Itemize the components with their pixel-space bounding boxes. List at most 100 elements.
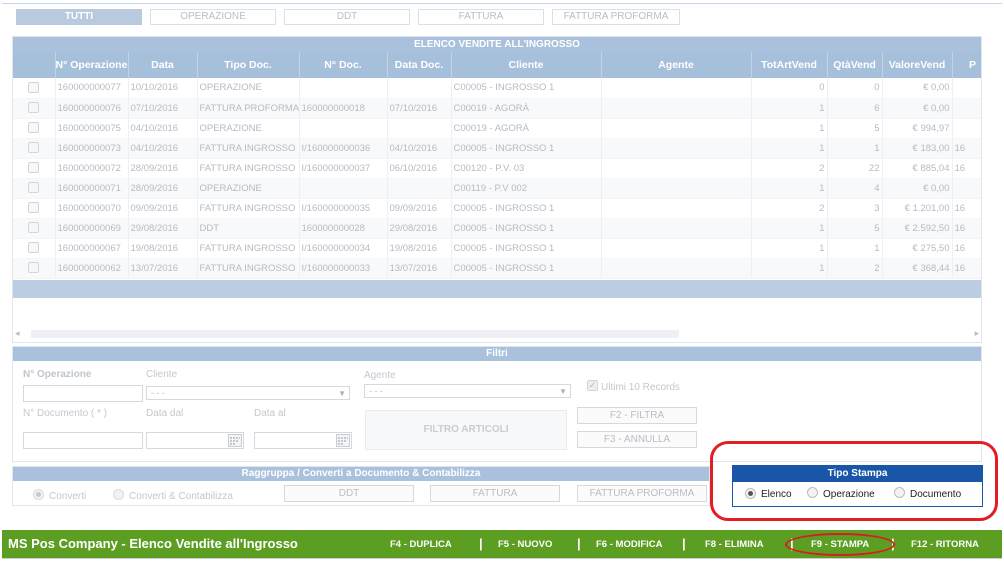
- table-cell: I/160000000033: [299, 258, 388, 279]
- agente-select[interactable]: - - - ▼: [364, 384, 571, 398]
- table-cell: 6: [827, 98, 883, 119]
- table-cell: 16: [952, 238, 981, 259]
- row-checkbox[interactable]: [13, 78, 56, 99]
- row-checkbox[interactable]: [13, 98, 56, 119]
- modifica-button[interactable]: F6 - MODIFICA: [596, 539, 663, 550]
- radio-converti-contabilizza-label: Converti & Contabilizza: [129, 491, 233, 502]
- tab-ddt[interactable]: DDT: [284, 9, 410, 25]
- nuovo-button[interactable]: F5 - NUOVO: [498, 539, 552, 550]
- table-cell: 16: [952, 218, 981, 239]
- horizontal-scrollbar[interactable]: ◂ ▸: [13, 326, 981, 342]
- table-cell: 09/09/2016: [387, 198, 452, 219]
- col-agente[interactable]: Agente: [601, 52, 752, 78]
- table-cell: [601, 258, 752, 279]
- col-p[interactable]: P: [952, 52, 981, 78]
- table-row[interactable]: 160000000072 28/09/2016 FATTURA INGROSSO I/…: [13, 158, 981, 179]
- scroll-right-icon[interactable]: ▸: [974, 328, 979, 339]
- scroll-left-icon[interactable]: ◂: [15, 328, 20, 339]
- row-checkbox[interactable]: [13, 158, 56, 179]
- table-row[interactable]: 160000000076 07/10/2016 FATTURA PROFORMA 16…: [13, 98, 981, 119]
- tab-fattura-proforma[interactable]: FATTURA PROFORMA: [552, 9, 680, 25]
- table-cell: 1: [751, 238, 828, 259]
- table-row[interactable]: 160000000073 04/10/2016 FATTURA INGROSSO I/…: [13, 138, 981, 159]
- table-cell: 29/08/2016: [128, 218, 198, 239]
- col-data[interactable]: Data: [128, 52, 198, 78]
- col-select[interactable]: [13, 52, 56, 78]
- col-totartvend[interactable]: TotArtVend: [751, 52, 828, 78]
- annulla-button[interactable]: F3 - ANNULLA: [577, 431, 697, 448]
- table-cell: 1: [751, 118, 828, 139]
- table-cell: 13/07/2016: [387, 258, 452, 279]
- table-row[interactable]: 160000000077 10/10/2016 OPERAZIONE C00005 -…: [13, 78, 981, 99]
- ultimi-checkbox[interactable]: ✓: [587, 380, 598, 391]
- grid-title: ELENCO VENDITE ALL'INGROSSO: [13, 37, 981, 52]
- separator: |: [479, 536, 483, 551]
- table-cell: 28/09/2016: [128, 178, 198, 199]
- table-cell: [601, 138, 752, 159]
- calendar-icon[interactable]: [228, 434, 242, 447]
- chevron-down-icon: ▼: [338, 389, 346, 398]
- cliente-select[interactable]: - - - ▼: [146, 386, 350, 400]
- table-cell: [952, 178, 981, 199]
- table-cell: 06/10/2016: [387, 158, 452, 179]
- row-checkbox[interactable]: [13, 238, 56, 259]
- data-al-input[interactable]: [254, 432, 352, 449]
- fattura-button[interactable]: FATTURA: [430, 485, 560, 502]
- col-tipo-doc[interactable]: Tipo Doc.: [197, 52, 300, 78]
- radio-converti-contabilizza[interactable]: [113, 489, 124, 500]
- data-dal-input[interactable]: [146, 432, 244, 449]
- col-cliente[interactable]: Cliente: [451, 52, 602, 78]
- table-row[interactable]: 160000000075 04/10/2016 OPERAZIONE C00019 -…: [13, 118, 981, 139]
- tab-tutti[interactable]: TUTTI: [16, 9, 142, 25]
- row-checkbox[interactable]: [13, 218, 56, 239]
- table-cell: C00120 - P.V. 03: [451, 158, 602, 179]
- radio-converti[interactable]: [33, 489, 44, 500]
- tab-operazione[interactable]: OPERAZIONE: [150, 9, 276, 25]
- tab-fattura[interactable]: FATTURA: [418, 9, 544, 25]
- filtro-articoli-button[interactable]: FILTRO ARTICOLI: [365, 410, 567, 450]
- grid-body: 160000000077 10/10/2016 OPERAZIONE C00005 -…: [13, 78, 981, 279]
- table-cell: I/160000000034: [299, 238, 388, 259]
- row-checkbox[interactable]: [13, 118, 56, 139]
- app-title: MS Pos Company - Elenco Vendite all'Ingr…: [8, 536, 298, 551]
- n-documento-input[interactable]: [23, 432, 143, 449]
- ritorna-button[interactable]: F12 - RITORNA: [911, 539, 979, 550]
- row-checkbox[interactable]: [13, 258, 56, 279]
- row-checkbox[interactable]: [13, 178, 56, 199]
- radio-indicator: [113, 489, 124, 500]
- table-row[interactable]: 160000000067 19/08/2016 FATTURA INGROSSO I/…: [13, 238, 981, 259]
- stampa-highlight-annotation: [785, 533, 895, 556]
- table-cell: FATTURA INGROSSO: [197, 158, 300, 179]
- checkbox-icon: [28, 82, 40, 94]
- table-row[interactable]: 160000000071 28/09/2016 OPERAZIONE C00119 -…: [13, 178, 981, 199]
- n-operazione-input[interactable]: [23, 385, 143, 402]
- filtra-button[interactable]: F2 - FILTRA: [577, 407, 697, 424]
- col-n-operazione[interactable]: N° Operazione: [55, 52, 129, 78]
- ultimi-label: Ultimi 10 Records: [601, 382, 680, 393]
- table-cell: 160000000071: [55, 178, 129, 199]
- table-cell: 5: [827, 218, 883, 239]
- table-cell: 1: [751, 258, 828, 279]
- table-cell: € 275,50: [882, 238, 953, 259]
- table-row[interactable]: 160000000070 09/09/2016 FATTURA INGROSSO I/…: [13, 198, 981, 219]
- col-n-doc[interactable]: N° Doc.: [299, 52, 388, 78]
- col-data-doc[interactable]: Data Doc.: [387, 52, 452, 78]
- table-cell: 1: [827, 238, 883, 259]
- scrollbar-thumb[interactable]: [31, 330, 679, 338]
- fattura-proforma-button[interactable]: FATTURA PROFORMA: [577, 485, 707, 502]
- col-qtavend[interactable]: QtàVend: [827, 52, 883, 78]
- elimina-button[interactable]: F8 - ELIMINA: [705, 539, 764, 550]
- row-checkbox[interactable]: [13, 198, 56, 219]
- ddt-button[interactable]: DDT: [284, 485, 414, 502]
- sales-table: N° Operazione Data Tipo Doc. N° Doc. Dat…: [13, 52, 981, 279]
- table-row[interactable]: 160000000069 29/08/2016 DDT 160000000028 29/…: [13, 218, 981, 239]
- row-checkbox[interactable]: [13, 138, 56, 159]
- cliente-label: Cliente: [146, 369, 178, 380]
- table-row[interactable]: 160000000062 13/07/2016 FATTURA INGROSSO I/…: [13, 258, 981, 279]
- table-cell: € 1.201,00: [882, 198, 953, 219]
- duplica-button[interactable]: F4 - DUPLICA: [390, 539, 452, 550]
- col-valorevend[interactable]: ValoreVend: [882, 52, 953, 78]
- table-cell: 07/10/2016: [128, 98, 198, 119]
- table-cell: OPERAZIONE: [197, 178, 300, 199]
- calendar-icon[interactable]: [336, 434, 350, 447]
